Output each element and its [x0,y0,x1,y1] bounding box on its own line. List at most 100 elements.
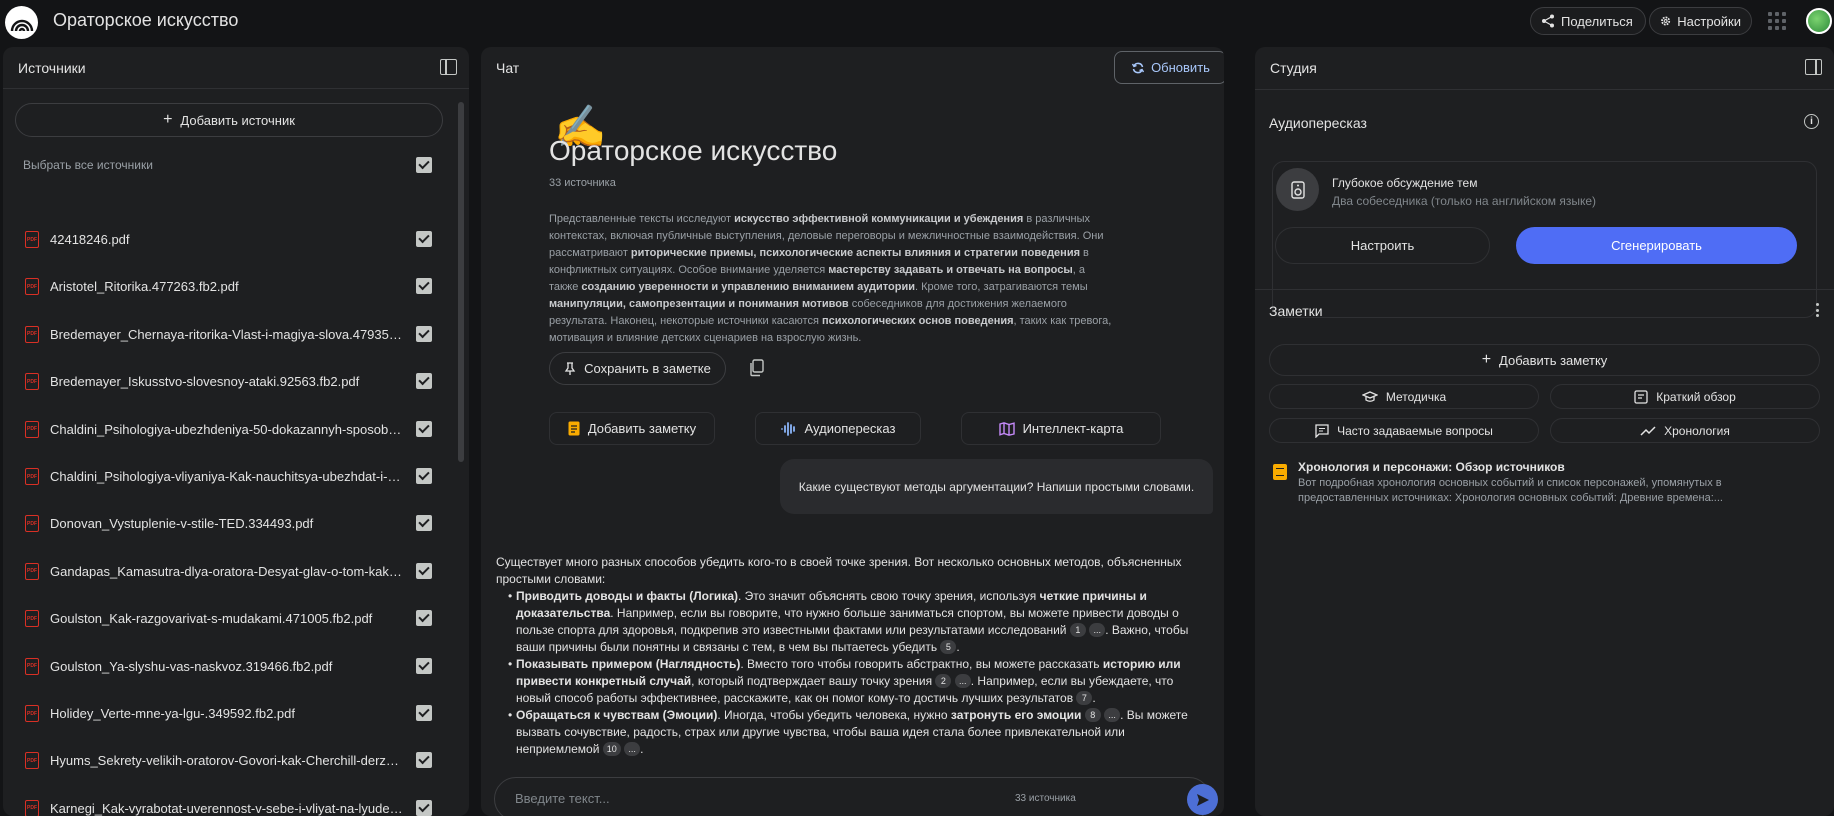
source-name: Chaldini_Psihologiya-ubezhdeniya-50-doka… [50,421,405,437]
source-item[interactable]: PDF Karnegi_Kak-vyrabotat-uverennost-v-se… [3,785,443,816]
share-label: Поделиться [1561,13,1633,29]
source-item[interactable]: PDF Hyums_Sekrety-velikih-oratorov-Govori… [3,737,443,784]
source-checkbox[interactable] [416,562,432,579]
chat-panel: Чат Обновить ✍️ Ораторское искусство 33 … [481,47,1224,816]
source-name: Holidey_Verte-mne-ya-lgu-.349592.fb2.pdf [50,706,295,721]
source-checkbox[interactable] [416,657,432,674]
notebook-summary: Представленные тексты исследуют искусств… [549,211,1113,347]
copy-icon[interactable] [749,359,765,377]
mind-map-chip[interactable]: Интеллект-карта [961,412,1161,445]
source-name: Hyums_Sekrety-velikih-oratorov-Govori-ka… [50,753,405,769]
audio-overview-chip[interactable]: Аудиопересказ [755,412,921,445]
more-vert-icon[interactable] [1816,303,1820,317]
collapse-sources-icon[interactable] [440,59,457,75]
answer-text: , который подтверждает вашу точку зрения [691,674,936,688]
source-item[interactable]: PDF Goulston_Kak-razgovarivat-s-mudakami.… [3,595,443,642]
source-item[interactable]: PDF 42418246.pdf [3,216,443,263]
save-to-note-button[interactable]: Сохранить в заметке [549,352,726,385]
user-avatar[interactable] [1806,8,1832,34]
source-checkbox[interactable] [416,468,432,484]
answer-bold: Показывать примером (Наглядность) [516,657,741,671]
pdf-icon: PDF [25,657,39,675]
configure-button[interactable]: Настроить [1275,227,1490,264]
pdf-icon: PDF [25,420,39,438]
citation-chip[interactable]: 10 [602,742,621,756]
source-checkbox[interactable] [416,278,432,295]
faq-label: Часто задаваемые вопросы [1337,423,1493,438]
collapse-studio-icon[interactable] [1805,59,1822,75]
citation-chip[interactable]: 7 [1076,691,1093,705]
notebooklm-logo-icon[interactable] [5,6,38,39]
send-button[interactable] [1187,784,1218,815]
source-checkbox[interactable] [416,231,432,247]
citation-chip[interactable]: 2 [935,674,952,688]
pdf-icon: PDF [25,752,39,770]
sources-scrollbar[interactable] [458,102,464,462]
source-item[interactable]: PDF Gandapas_Kamasutra-dlya-oratora-Desya… [3,548,443,595]
timeline-icon [1640,425,1656,436]
study-guide-label: Методичка [1385,389,1447,404]
source-item[interactable]: PDF Goulston_Ya-slyshu-vas-naskvoz.319466… [3,643,443,690]
timeline-chip[interactable]: Хронология [1550,418,1820,443]
source-item[interactable]: PDF Chaldini_Psihologiya-ubezhdeniya-50-d… [3,406,443,453]
source-item[interactable]: PDF Chaldini_Psihologiya-vliyaniya-Kak-na… [3,453,443,500]
source-checkbox[interactable] [416,705,432,721]
citation-chip[interactable]: ... [1104,708,1121,722]
briefing-chip[interactable]: Краткий обзор [1550,384,1820,409]
share-icon [1542,14,1554,28]
source-checkbox[interactable] [416,610,432,627]
user-message-text: Какие существуют методы аргументации? На… [798,479,1195,494]
info-icon[interactable]: i [1804,114,1819,129]
answer-intro: Существует много разных способов убедить… [496,555,1182,586]
summary-text: . Кроме того, затрагиваются темы [915,281,1088,293]
source-checkbox[interactable] [416,752,432,769]
share-button[interactable]: Поделиться [1530,7,1646,35]
apps-grid-icon[interactable] [1768,12,1786,30]
select-all-checkbox[interactable] [416,157,432,173]
answer-bold: Приводить доводы и факты (Логика) [516,589,738,603]
add-note-chip-label: Добавить заметку [587,421,697,436]
chat-input-box[interactable]: Введите текст... 33 источника [494,777,1218,816]
add-note-chip[interactable]: Добавить заметку [549,412,715,445]
answer-text: . Это значит объяснять свою точку зрения… [738,589,1040,603]
answer-text: . Иногда, чтобы убедить человека, нужно [717,708,951,722]
source-checkbox[interactable] [416,325,432,342]
source-item[interactable]: PDF Donovan_Vystuplenie-v-stile-TED.33449… [3,500,443,547]
source-item[interactable]: PDF Bredemayer_Chernaya-ritorika-Vlast-i-… [3,311,443,358]
source-item[interactable]: PDF Bredemayer_Iskusstvo-slovesnoy-ataki.… [3,358,443,405]
refresh-icon [1131,62,1145,73]
chat-header: Чат [481,47,1224,89]
audio-overview-card: Глубокое обсуждение тем Два собеседника … [1272,161,1817,318]
chat-input-placeholder[interactable]: Введите текст... [515,791,610,806]
citation-chip[interactable]: ... [1089,623,1106,637]
briefing-doc-icon [1634,389,1648,404]
source-item[interactable]: PDF Aristotel_Ritorika.477263.fb2.pdf [3,263,443,310]
add-note-button[interactable]: + Добавить заметку [1269,344,1820,376]
faq-chip[interactable]: Часто задаваемые вопросы [1269,418,1539,443]
source-checkbox[interactable] [416,799,432,816]
source-checkbox[interactable] [416,373,432,390]
summary-highlight: психологических основ поведения [821,315,1014,327]
chat-title: Чат [496,60,520,76]
citation-chip[interactable]: ... [624,742,641,756]
source-checkbox[interactable] [416,420,432,437]
refresh-button[interactable]: Обновить [1114,51,1224,84]
audio-card-subtitle: Два собеседника (только на английском яз… [1332,194,1597,208]
user-message: Какие существуют методы аргументации? На… [780,459,1213,514]
study-guide-chip[interactable]: Методичка [1269,384,1539,409]
pdf-icon: PDF [25,325,39,343]
citation-chip[interactable]: ... [954,674,971,688]
saved-note-snippet: Вот подробная хронология основных событи… [1298,477,1723,504]
add-source-button[interactable]: + Добавить источник [15,103,443,137]
source-checkbox[interactable] [416,515,432,532]
source-item[interactable]: PDF Holidey_Verte-mne-ya-lgu-.349592.fb2.… [3,690,443,737]
pdf-icon: PDF [25,515,39,533]
citation-chip[interactable]: 5 [940,640,957,654]
answer-list-item: Обращаться к чувствам (Эмоции). Иногда, … [508,707,1201,758]
pdf-icon: PDF [25,610,39,628]
generate-button[interactable]: Сгенерировать [1516,227,1797,264]
citation-chip[interactable]: 1 [1069,623,1086,637]
settings-button[interactable]: Настройки [1649,7,1752,35]
citation-chip[interactable]: 8 [1084,708,1101,722]
notebook-title[interactable]: Ораторское искусство [53,10,238,31]
